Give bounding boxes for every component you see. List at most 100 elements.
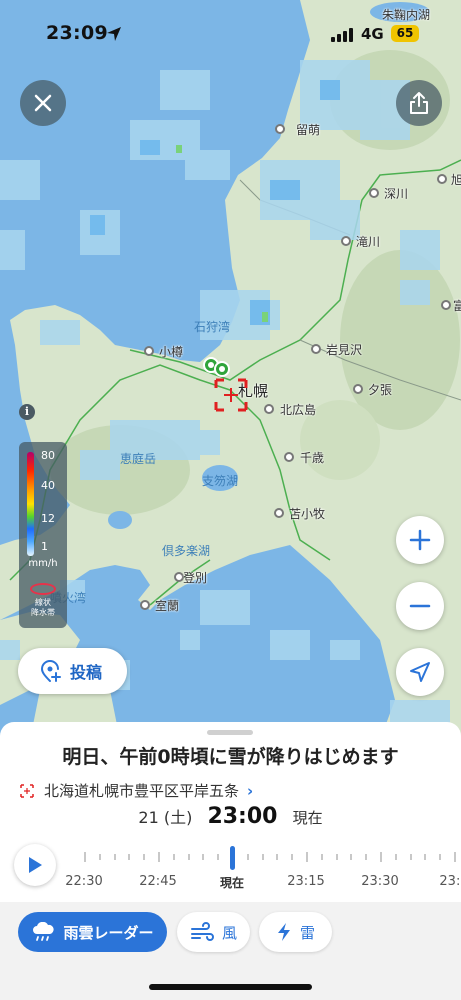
map-label-yubari: 夕張 [368,383,393,397]
forecast-headline: 明日、午前0時頃に雪が降りはじめます [62,746,399,768]
timeline-tick [335,854,338,860]
city-dot [369,188,379,198]
map-label-right-edge: 富 [453,299,461,313]
timeline-tick [320,854,323,860]
map-label-kuttara: 倶多楽湖 [162,544,211,558]
timeline-label: 22:30 [65,874,103,889]
timeline-label: 23:30 [361,874,399,889]
play-icon [29,857,42,873]
timeline-tick [113,854,116,860]
tab-rain-radar-label: 雨雲レーダー [63,923,154,942]
city-dot [264,404,274,414]
post-button[interactable]: 投稿 [18,648,127,694]
my-location-button[interactable] [396,648,444,696]
timeline-tick [380,852,382,862]
time-slider[interactable]: 22:30 22:45 現在 23:15 23:30 23:4 [64,840,461,896]
timeline-tick [424,854,427,860]
time-label: 23:00 [207,804,278,829]
city-dot [140,600,150,610]
current-location-marker [214,378,248,412]
legend-unit: mm/h [28,558,58,569]
timeline-tick [409,854,412,860]
map-label-takikawa: 滝川 [356,235,381,249]
tab-thunder-label: 雷 [299,923,315,942]
rain-legend: 80 40 12 1 mm/h 線状 降水帯 [19,442,67,628]
navigation-arrow-icon [410,662,430,682]
legend-value: 1 [41,540,48,553]
legend-band-label: 線状 降水帯 [31,598,55,617]
tab-wind[interactable]: 風 [177,912,250,952]
status-time: 23:09 [46,22,108,44]
timeline-tick [158,852,160,862]
map-label-fukagawa: 深川 [384,187,409,201]
timeline-tick [306,852,308,862]
play-button[interactable] [14,844,56,886]
tab-wind-label: 風 [221,923,237,942]
city-dot [275,124,285,134]
city-dot [144,346,154,356]
timeline-tick [217,854,220,860]
date-label: 21 (土) [138,808,193,827]
post-pin-icon[interactable] [202,356,232,382]
map-label-muroran: 室蘭 [155,599,180,613]
timeline-label: 23:4 [439,874,461,889]
post-pin-plus-icon [40,660,61,682]
location-arrow-icon [107,27,121,41]
linear-rainband-icon [30,583,56,595]
tab-thunder[interactable]: 雷 [259,912,332,952]
legend-value: 80 [41,449,55,462]
forecast-sheet[interactable]: 明日、午前0時頃に雪が降りはじめます 北海道札幌市豊平区平岸五条 › 21 (土… [0,722,461,902]
timeline-tick [261,854,264,860]
address-row[interactable]: 北海道札幌市豊平区平岸五条 › [20,780,253,801]
timeline-tick [202,854,205,860]
timeline-tick [291,854,294,860]
timeline-label-now: 現在 [219,876,245,890]
minus-icon [409,604,431,608]
city-dot [284,452,294,462]
battery-indicator: 65 [391,25,419,42]
status-bar: 23:09 4G 65 [0,0,461,62]
map-label-otaru: 小樽 [159,345,184,359]
map-label-noboribetsu: 登別 [183,571,208,585]
address-text: 北海道札幌市豊平区平岸五条 [44,782,240,800]
timeline-label: 23:15 [287,874,325,889]
time-slider-handle[interactable] [230,846,235,870]
radar-map[interactable]: 朱鞠内湖 留萌 深川 旭 滝川 富 石狩湾 小樽 岩見沢 札幌 夕張 北広島 恵… [0,0,461,740]
now-label: 現在 [292,809,323,827]
timeline-tick [172,854,175,860]
timeline-tick [84,852,86,862]
share-icon [410,92,428,114]
city-dot [353,384,363,394]
target-icon [20,783,34,798]
timeline-tick [454,852,456,862]
close-button[interactable] [20,80,66,126]
zoom-in-button[interactable] [396,516,444,564]
timeline-tick [394,854,397,860]
zoom-out-button[interactable] [396,582,444,630]
map-label-ishikari-bay: 石狩湾 [194,320,231,334]
map-label-eniwa: 恵庭岳 [120,452,157,466]
timeline-tick [276,854,279,860]
timeline-tick [350,854,353,860]
timeline-tick [365,854,368,860]
network-type: 4G [361,25,384,43]
rain-cloud-icon [33,922,55,941]
timeline-tick [128,854,131,860]
timeline-label: 22:45 [139,874,177,889]
city-dot [311,344,321,354]
info-icon[interactable]: i [19,404,35,420]
map-label-shikotsu: 支笏湖 [202,474,239,488]
map-label-asahi: 旭 [451,173,461,187]
city-dot [437,174,447,184]
plus-icon [409,529,431,551]
share-button[interactable] [396,80,442,126]
legend-color-bar [27,452,34,556]
legend-value: 40 [41,479,55,492]
timeline-tick [98,854,101,860]
sheet-handle[interactable] [207,730,253,735]
home-indicator [149,984,312,990]
timeline-tick [143,854,146,860]
tab-rain-radar[interactable]: 雨雲レーダー [18,912,167,952]
chevron-right-icon: › [247,781,254,800]
timeline-tick [187,854,190,860]
